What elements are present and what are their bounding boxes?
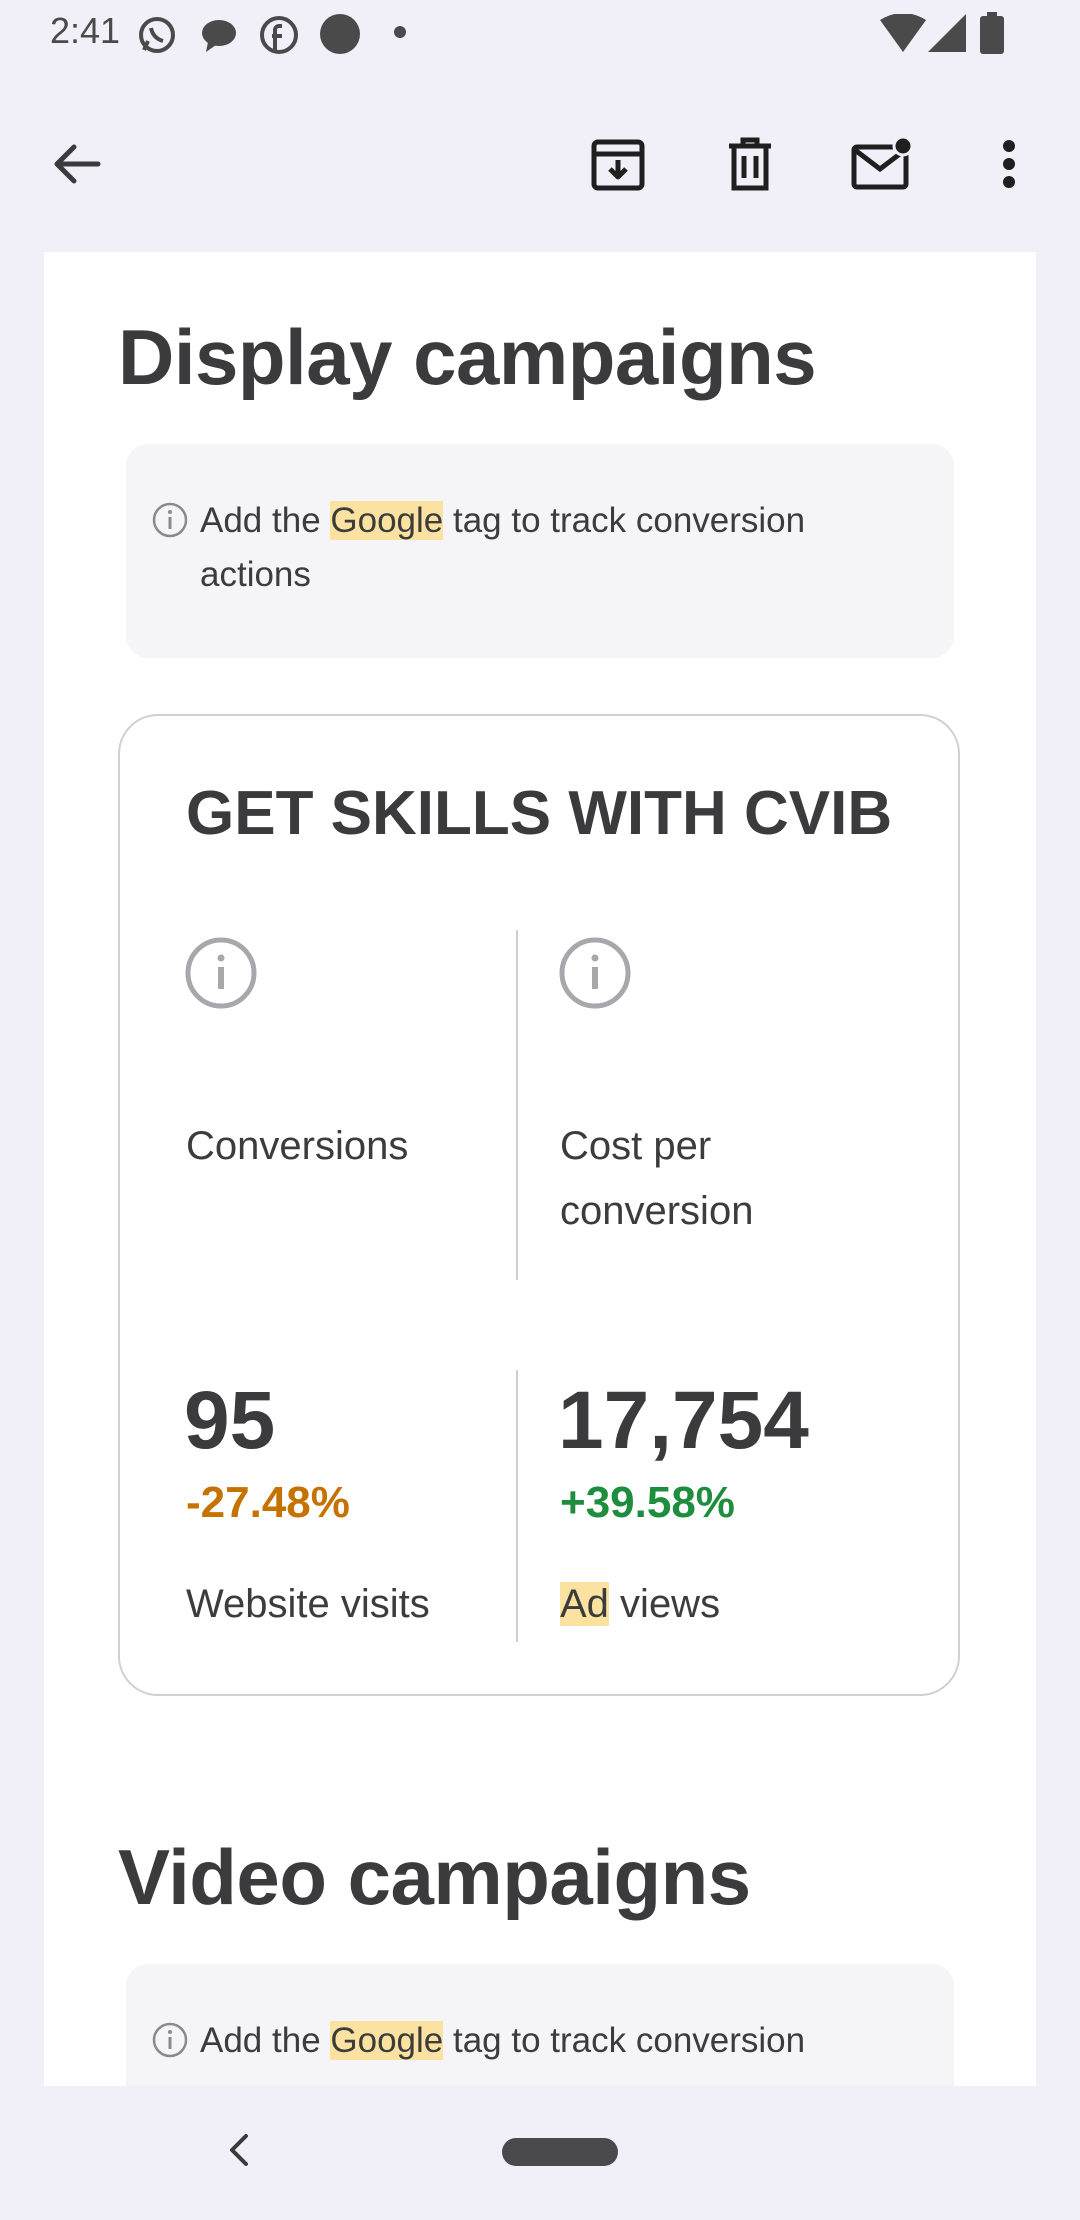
note-text: Add the Google tag to track conversion bbox=[200, 2021, 806, 2060]
cost-delta: +39.58% bbox=[560, 1478, 735, 1527]
conversions-delta: -27.48% bbox=[186, 1478, 350, 1527]
email-body[interactable]: Display campaigns Add the Google tag to … bbox=[44, 252, 1036, 2086]
highlight-google: Google bbox=[330, 501, 444, 540]
column-divider-top bbox=[516, 930, 518, 1280]
cost-value: 17,754 bbox=[558, 1375, 809, 1466]
ad-views-label: Ad views bbox=[560, 1582, 721, 1626]
campaign-card[interactable]: GET SKILLS WITH CVIB Conversions Cost pe… bbox=[118, 714, 960, 1696]
more-vert-icon bbox=[1003, 140, 1015, 188]
column-divider-bottom bbox=[516, 1370, 518, 1642]
video-conversion-tag-note: Add the Google tag to track conversion bbox=[126, 1964, 954, 2086]
status-time: 2:41 bbox=[50, 10, 121, 51]
mark-unread-button[interactable] bbox=[850, 132, 914, 196]
back-button[interactable] bbox=[44, 132, 108, 196]
delete-button[interactable] bbox=[718, 132, 782, 196]
mail-unread-icon bbox=[851, 137, 913, 190]
conversions-info-icon[interactable] bbox=[184, 936, 258, 1010]
battery-icon bbox=[980, 12, 1004, 54]
dot-icon bbox=[320, 14, 360, 54]
cost-info-icon[interactable] bbox=[558, 936, 632, 1010]
signal-icon bbox=[928, 14, 966, 52]
campaign-name: GET SKILLS WITH CVIB bbox=[186, 779, 893, 848]
note-text: Add the Google tag to track conversion a… bbox=[200, 501, 806, 594]
archive-icon bbox=[591, 139, 645, 191]
display-campaigns-title: Display campaigns bbox=[118, 313, 817, 401]
facebook-icon bbox=[260, 16, 298, 54]
app-bar bbox=[0, 70, 1080, 252]
more-options-button[interactable] bbox=[977, 132, 1041, 196]
status-bar: 2:41 bbox=[0, 0, 1080, 70]
trash-icon bbox=[729, 137, 771, 191]
small-dot-icon bbox=[394, 26, 406, 38]
cost-per-conversion-label: Cost per conversion bbox=[560, 1124, 754, 1233]
home-pill[interactable] bbox=[502, 2138, 618, 2166]
conversions-label: Conversions bbox=[186, 1124, 409, 1168]
info-icon bbox=[152, 2022, 188, 2058]
nav-back-icon[interactable] bbox=[224, 2132, 254, 2168]
highlight-google: Google bbox=[330, 2021, 444, 2060]
conversion-tag-note: Add the Google tag to track conversion a… bbox=[126, 444, 954, 658]
chat-bubble-icon bbox=[202, 20, 236, 52]
conversions-value: 95 bbox=[184, 1375, 276, 1466]
whatsapp-icon bbox=[139, 17, 175, 53]
video-campaigns-title: Video campaigns bbox=[118, 1833, 751, 1921]
info-icon bbox=[152, 502, 188, 538]
system-nav-bar bbox=[0, 2086, 1080, 2220]
website-visits-label: Website visits bbox=[186, 1582, 430, 1626]
wifi-icon bbox=[880, 14, 926, 52]
archive-button[interactable] bbox=[586, 132, 650, 196]
arrow-back-icon bbox=[54, 144, 101, 184]
